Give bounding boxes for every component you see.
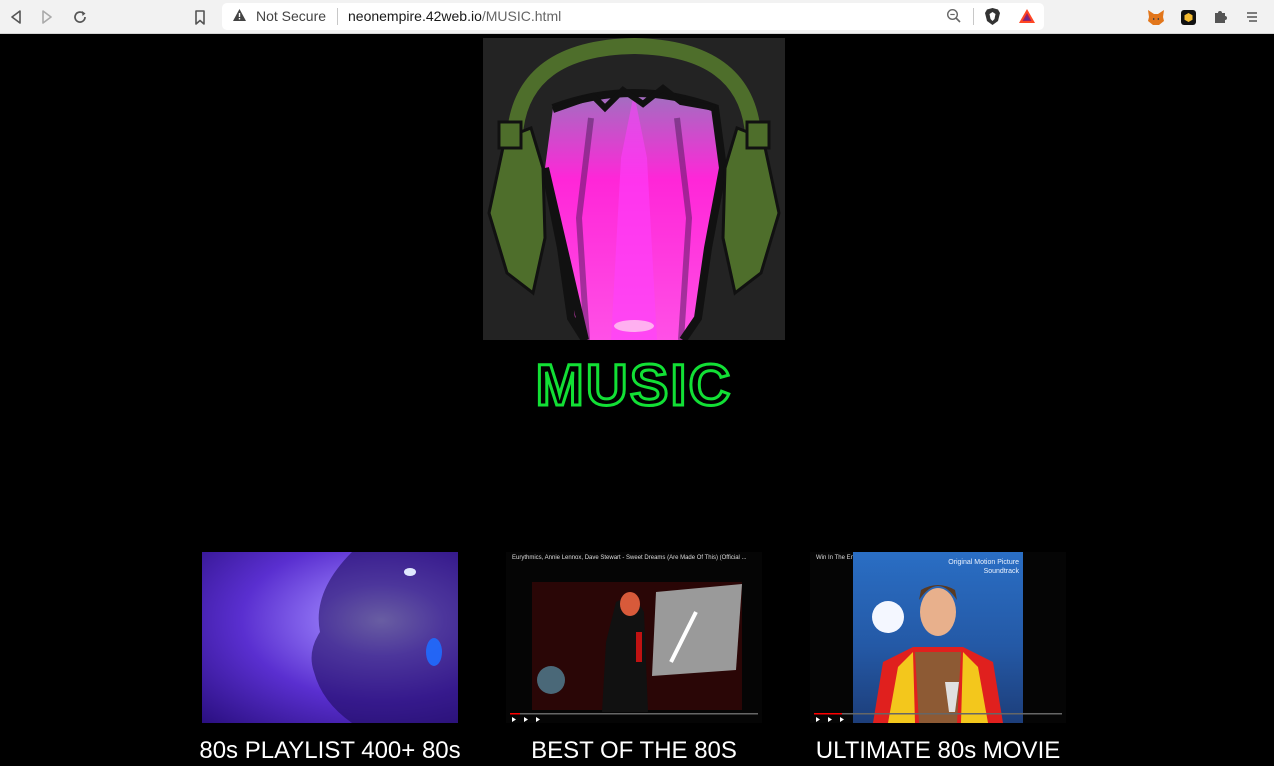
- video-title[interactable]: BEST OF THE 80S: [476, 736, 792, 766]
- brave-shields-icon[interactable]: [984, 7, 1001, 31]
- video-thumbnail[interactable]: Win In The End - Mark Safan Original Mot…: [810, 552, 1066, 723]
- browser-toolbar: Not Secure neonempire.42web.io/MUSIC.htm…: [0, 0, 1274, 34]
- warning-icon: [232, 8, 247, 27]
- extensions-puzzle-icon[interactable]: [1210, 7, 1230, 27]
- reload-icon[interactable]: [70, 7, 90, 27]
- url-path: /MUSIC.html: [481, 8, 562, 24]
- url-host: neonempire.42web.io: [348, 8, 482, 24]
- metamask-icon[interactable]: [1146, 7, 1166, 27]
- video-thumbnail[interactable]: [202, 552, 458, 723]
- page-title: MUSIC: [534, 352, 733, 419]
- album-cover: Original Motion Picture Soundtrack: [853, 552, 1023, 723]
- divider: [973, 8, 974, 25]
- video-thumbnail[interactable]: Eurythmics, Annie Lennox, Dave Stewart -…: [506, 552, 762, 723]
- zoom-icon[interactable]: [946, 8, 962, 29]
- forward-icon[interactable]: [37, 7, 57, 27]
- video-card[interactable]: 80s PLAYLIST 400+ 80s: [199, 552, 461, 764]
- menu-icon[interactable]: [1242, 7, 1262, 27]
- bookmark-icon[interactable]: [190, 7, 210, 27]
- divider: [337, 8, 338, 25]
- address-bar[interactable]: Not Secure neonempire.42web.io/MUSIC.htm…: [222, 3, 1044, 30]
- video-title[interactable]: 80s PLAYLIST 400+ 80s: [172, 736, 488, 766]
- security-status[interactable]: Not Secure: [256, 8, 326, 25]
- video-control-bar[interactable]: [510, 710, 758, 722]
- music-logo-image: [483, 38, 785, 340]
- video-title[interactable]: ULTIMATE 80s MOVIE: [780, 736, 1096, 766]
- wallet-extension-icon[interactable]: [1178, 7, 1198, 27]
- video-card[interactable]: Eurythmics, Annie Lennox, Dave Stewart -…: [506, 552, 762, 764]
- video-control-bar[interactable]: [814, 710, 1062, 722]
- back-icon[interactable]: [6, 7, 26, 27]
- brave-rewards-icon[interactable]: [1018, 8, 1036, 29]
- video-card[interactable]: Win In The End - Mark Safan Original Mot…: [810, 552, 1066, 764]
- url-text[interactable]: neonempire.42web.io/MUSIC.html: [348, 8, 561, 25]
